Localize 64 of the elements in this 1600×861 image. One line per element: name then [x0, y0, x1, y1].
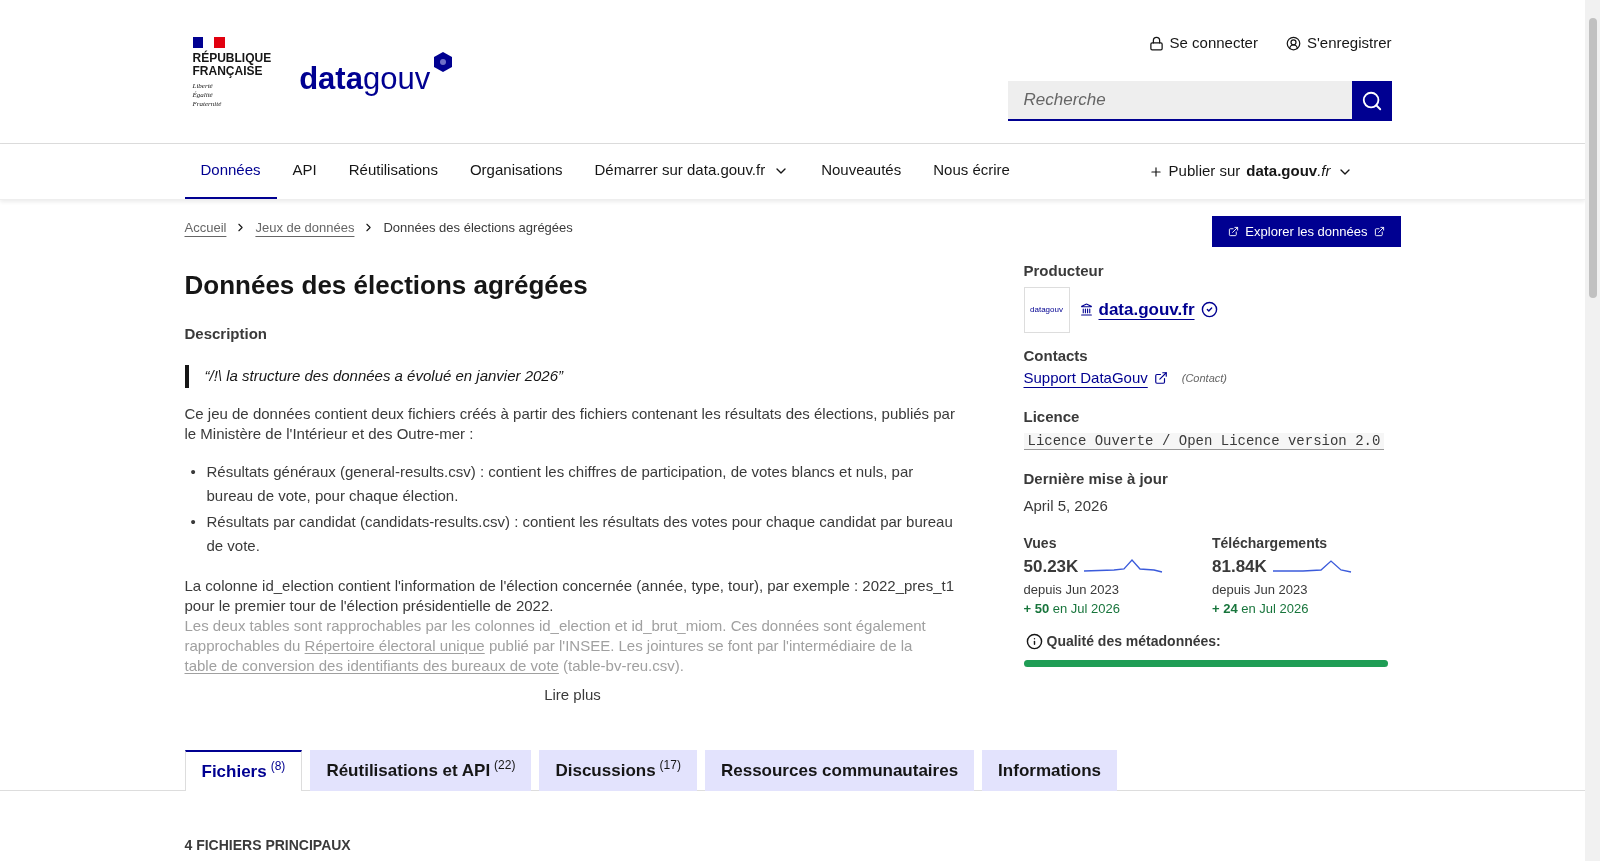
tab[interactable]: Informations — [982, 750, 1118, 791]
licence-label: Licence — [1023, 406, 1081, 427]
external-link-icon — [1373, 226, 1385, 237]
licence-value: Licence Ouverte / Open Licence version 2.0 — [1023, 433, 1385, 450]
tab[interactable]: Discussions $^{(17)}$ — [539, 750, 697, 791]
bullet-item: Résultats généraux (general-results.csv) : contient les chiffres de participation, de votes blancs et nuls, par bureau de vote, pour chaque élection. — [206, 461, 915, 506]
bullet-item: Résultats par candidat (candidats-results.csv) : contient les résultats des votes pour chaque candidat par bureau de vote. — [206, 511, 954, 556]
stat-delta: + 50 en Jul 2026 — [1023, 600, 1122, 618]
search-icon — [1360, 89, 1383, 112]
stat-value: 81.84K — [1212, 556, 1267, 578]
flag-icon — [192, 37, 225, 48]
stat-delta: + 24 en Jul 2026 — [1212, 600, 1310, 618]
read-more-button[interactable]: Lire plus — [544, 683, 601, 706]
nav-item[interactable]: Organisations — [453, 144, 579, 199]
producer-label: Producteur — [1023, 261, 1105, 281]
updated-value: April 5, 2026 — [1023, 495, 1109, 516]
stat-since: depuis Jun 2023 — [1212, 580, 1309, 599]
producer-link[interactable]: data.gouv.fr — [1098, 296, 1195, 323]
contacts-label: Contacts — [1023, 345, 1089, 366]
register-link[interactable]: S'enregistrer — [1285, 32, 1392, 55]
section-heading: 4 FICHIERS PRINCIPAUX — [184, 836, 352, 855]
lock-icon — [1148, 35, 1164, 51]
producer-logo: datagouv — [1023, 286, 1070, 333]
bullet-marker: • — [189, 511, 197, 532]
explore-data-button[interactable]: Explorer les données — [1212, 216, 1401, 247]
search-field[interactable]: Recherche — [1007, 80, 1352, 121]
nav-item[interactable]: Démarrer sur data.gouv.fr — [578, 144, 806, 199]
quote: “/!\ la structure des données a évolué en janvier 2026” — [184, 365, 961, 388]
intro-paragraph: Ce jeu de données contient deux fichiers créés à partir des fichiers contenant les résultats des élections, publiés par le Ministère de l'Intérieur et des Outre-mer : — [184, 403, 956, 444]
stat-label: Vues — [1023, 534, 1058, 553]
nav-item[interactable]: Nouveautés — [805, 144, 918, 199]
nav-item[interactable]: Nous écrire — [917, 144, 1026, 199]
stat-label: Téléchargements — [1212, 534, 1329, 553]
external-link-icon — [1153, 371, 1168, 386]
breadcrumb-link[interactable]: Accueil — [184, 218, 227, 238]
tab[interactable]: Réutilisations et API $^{(22)}$ — [310, 750, 532, 791]
page-title: Données des élections agrégées — [184, 268, 589, 302]
tab[interactable]: Fichiers $^{(8)}$ — [184, 750, 303, 791]
stat-value: 50.23K — [1023, 556, 1079, 578]
bullet-marker: • — [189, 461, 197, 482]
breadcrumb-current: Données des élections agrégées — [383, 219, 573, 237]
info-icon — [1025, 632, 1043, 650]
plus-icon — [1148, 164, 1163, 179]
stat-since: depuis Jun 2023 — [1023, 580, 1120, 599]
quality-label: Qualité des métadonnées: — [1046, 631, 1221, 651]
faded-paragraph: Les deux tables sont rapprochables par les colonnes id_election et id_brut_miom. Ces données sont également rapprochables du Répertoire électoral unique publié par l'INSEE. Les jointures se font par l'intermédiaire de la table de conversion des identifiants des bureaux de vote (table-bv-reu.csv). — [184, 615, 927, 676]
user-icon — [1285, 35, 1301, 51]
publish-button[interactable]: Publier sur data.gouv.fr — [1148, 144, 1401, 199]
paragraph: La colonne id_election contient l'information de l'élection concernée (année, type, tour), par exemple : 2022_pres_t1 pour le premier tour de l'élection présidentielle de 2022. — [184, 575, 956, 616]
description-label: Description — [184, 323, 268, 344]
external-link-icon — [1228, 226, 1240, 237]
updated-label: Dernière mise à jour — [1023, 469, 1169, 489]
login-link[interactable]: Se connecter — [1148, 32, 1258, 55]
nav-item[interactable]: Données — [184, 144, 277, 199]
tab[interactable]: Ressources communautaires — [704, 750, 975, 791]
breadcrumb-link[interactable]: Jeux de données — [255, 218, 355, 238]
scrollbar[interactable] — [1585, 0, 1600, 861]
nav-item[interactable]: API — [276, 144, 333, 199]
contact-link[interactable]: Support DataGouv — [1023, 367, 1148, 390]
contact-role: (Contact) — [1181, 371, 1227, 386]
institution-icon — [1079, 303, 1093, 316]
search-button[interactable] — [1351, 80, 1392, 121]
nav-item[interactable]: Réutilisations — [332, 144, 454, 199]
datagouv-logo[interactable]: datagouv — [299, 47, 455, 99]
